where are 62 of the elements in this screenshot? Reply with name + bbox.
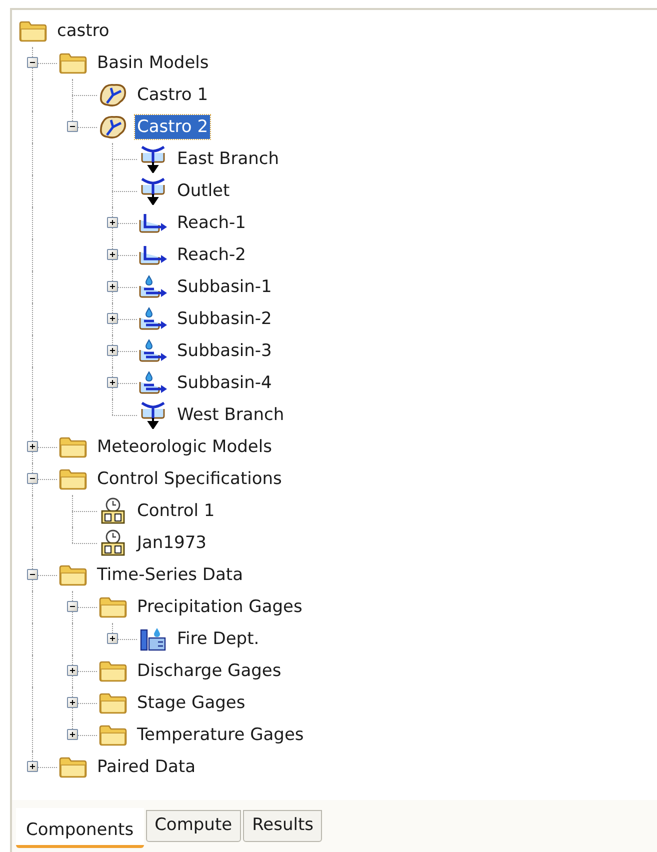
expand-button[interactable] (107, 313, 118, 324)
reach-icon (137, 243, 169, 267)
collapse-button[interactable] (27, 57, 38, 68)
expand-button[interactable] (67, 729, 78, 740)
folder-icon (58, 51, 88, 75)
expand-button[interactable] (107, 377, 118, 388)
tab[interactable]: Components (16, 808, 144, 848)
collapse-button[interactable] (67, 601, 78, 612)
expand-button[interactable] (107, 345, 118, 356)
tree-item[interactable]: Paired Data (95, 755, 198, 779)
expand-button[interactable] (67, 665, 78, 676)
folder-icon (58, 467, 88, 491)
folder-icon (18, 19, 48, 43)
tree-item[interactable]: West Branch (175, 403, 286, 427)
subbasin-icon (137, 338, 169, 364)
tree-item[interactable]: Castro 2 (135, 115, 210, 139)
expand-button[interactable] (107, 281, 118, 292)
subbasin-icon (137, 274, 169, 300)
tree-item[interactable]: Reach-2 (175, 243, 248, 267)
folder-icon (58, 435, 88, 459)
folder-icon (98, 659, 128, 683)
tree-item[interactable]: Subbasin-4 (175, 371, 274, 395)
tree-item[interactable]: Control 1 (135, 499, 217, 523)
tree-item[interactable]: Subbasin-3 (175, 339, 274, 363)
folder-icon (98, 691, 128, 715)
tab[interactable]: Compute (146, 810, 242, 842)
subbasin-icon (137, 306, 169, 332)
folder-icon (58, 563, 88, 587)
tree-item[interactable]: Castro 1 (135, 83, 210, 107)
tree-item[interactable]: Subbasin-2 (175, 307, 274, 331)
expand-button[interactable] (107, 249, 118, 260)
tree-item[interactable]: Meteorologic Models (95, 435, 274, 459)
collapse-button[interactable] (27, 473, 38, 484)
tree-item[interactable]: Precipitation Gages (135, 595, 304, 619)
expand-button[interactable] (107, 633, 118, 644)
subbasin-icon (137, 370, 169, 396)
folder-icon (58, 755, 88, 779)
collapse-button[interactable] (67, 121, 78, 132)
basin-icon (98, 114, 128, 140)
expand-button[interactable] (107, 217, 118, 228)
expand-button[interactable] (67, 697, 78, 708)
reach-icon (137, 211, 169, 235)
tree-item[interactable]: Control Specifications (95, 467, 284, 491)
tab[interactable]: Results (243, 810, 322, 842)
basin-icon (98, 82, 128, 108)
folder-icon (98, 723, 128, 747)
expand-button[interactable] (27, 441, 38, 452)
tree-item[interactable]: Fire Dept. (175, 627, 262, 651)
tree-item[interactable]: Reach-1 (175, 211, 248, 235)
tree-item[interactable]: Temperature Gages (135, 723, 306, 747)
tree-item[interactable]: East Branch (175, 147, 282, 171)
collapse-button[interactable] (27, 569, 38, 580)
tree-item[interactable]: Discharge Gages (135, 659, 284, 683)
tree-item[interactable]: castro (55, 19, 112, 43)
tree-item[interactable]: Stage Gages (135, 691, 248, 715)
tree-item[interactable]: Jan1973 (135, 531, 208, 555)
folder-icon (98, 595, 128, 619)
tree-item[interactable]: Outlet (175, 179, 232, 203)
tree-item[interactable]: Basin Models (95, 51, 211, 75)
tree-item[interactable]: Time-Series Data (95, 563, 246, 587)
expand-button[interactable] (27, 761, 38, 772)
tree-item[interactable]: Subbasin-1 (175, 275, 274, 299)
